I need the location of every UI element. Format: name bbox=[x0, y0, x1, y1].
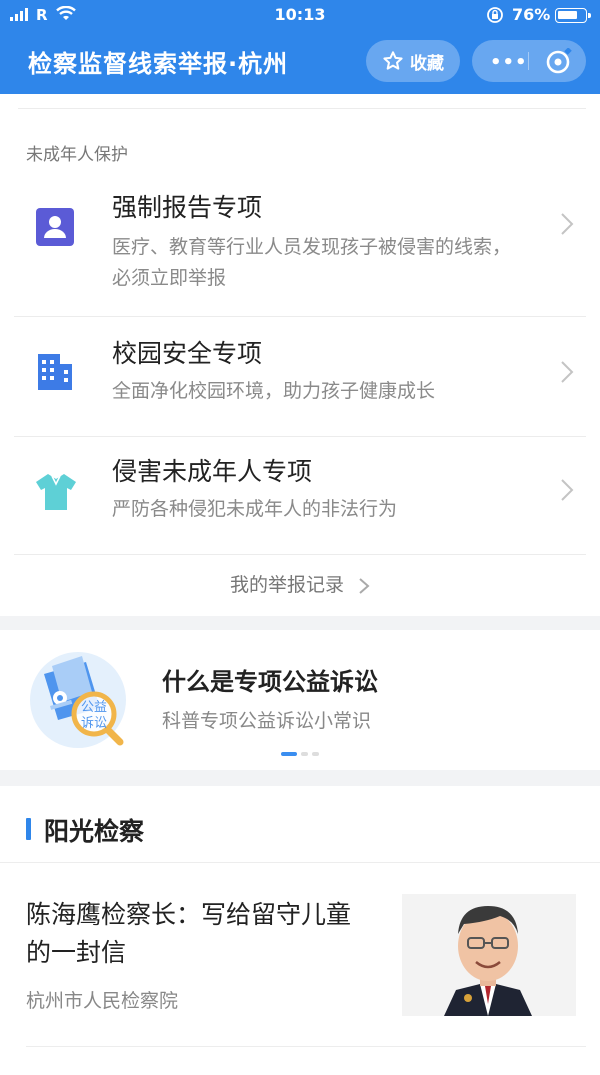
my-reports-label: 我的举报记录 bbox=[229, 574, 344, 596]
section-heading: 阳光检察 bbox=[44, 817, 145, 846]
page-title: 检察监督线索举报·杭州 bbox=[28, 50, 289, 78]
chevron-right-icon bbox=[561, 479, 574, 501]
chevron-right-icon bbox=[359, 577, 370, 594]
clock: 10:13 bbox=[274, 5, 326, 24]
item-title: 校园安全专项 bbox=[112, 339, 263, 368]
carousel-indicator bbox=[281, 752, 319, 756]
battery-fill bbox=[558, 11, 577, 19]
carousel-dot bbox=[312, 752, 319, 756]
minor-protection-card: 未成年人保护 强制报告专项 医疗、教育等行业人员发现孩子被侵害的线索， 必须立即… bbox=[0, 94, 600, 616]
public-litigation-illustration: 公益 诉讼 bbox=[30, 652, 126, 748]
carousel-dot-active bbox=[281, 752, 297, 756]
item-description: 医疗、教育等行业人员发现孩子被侵害的线索， 必须立即举报 bbox=[112, 236, 512, 289]
capsule-divider bbox=[528, 52, 529, 70]
section-accent-bar bbox=[26, 818, 31, 840]
battery-percent: 76% bbox=[512, 5, 551, 24]
divider bbox=[18, 108, 586, 109]
capsule-menu: ••• bbox=[472, 40, 586, 82]
star-icon bbox=[383, 51, 403, 70]
divider bbox=[0, 862, 600, 863]
banner-title: 什么是专项公益诉讼 bbox=[162, 668, 378, 696]
item-title: 强制报告专项 bbox=[112, 193, 263, 222]
article-thumbnail bbox=[402, 894, 576, 1016]
illustration-text: 诉讼 bbox=[81, 716, 107, 731]
banner-subtitle: 科普专项公益诉讼小常识 bbox=[162, 710, 372, 732]
tshirt-icon bbox=[36, 474, 76, 510]
building-icon bbox=[38, 354, 72, 390]
list-item-campus-safety[interactable]: 校园安全专项 全面净化校园环境，助力孩子健康成长 bbox=[0, 318, 600, 437]
list-item-minor-infringement[interactable]: 侵害未成年人专项 严防各种侵犯未成年人的非法行为 bbox=[0, 436, 600, 554]
app-header: R 10:13 76% 检察监督线索举报·杭州 收藏 ••• bbox=[0, 0, 600, 94]
article-title: 陈海鹰检察长：写给留守儿童的一封信 bbox=[26, 900, 352, 967]
item-description: 严防各种侵犯未成年人的非法行为 bbox=[112, 498, 398, 520]
favorite-button[interactable]: 收藏 bbox=[366, 40, 460, 82]
illustration-text: 公益 bbox=[81, 700, 107, 715]
item-title: 侵害未成年人专项 bbox=[112, 457, 313, 486]
list-item-mandatory-report[interactable]: 强制报告专项 医疗、教育等行业人员发现孩子被侵害的线索， 必须立即举报 bbox=[0, 178, 600, 318]
chevron-right-icon bbox=[561, 213, 574, 235]
chevron-right-icon bbox=[561, 361, 574, 383]
user-badge-icon bbox=[36, 208, 74, 246]
item-description: 全面净化校园环境，助力孩子健康成长 bbox=[112, 380, 436, 402]
divider bbox=[14, 554, 586, 555]
status-bar: R 10:13 76% bbox=[0, 0, 600, 32]
my-reports-link[interactable]: 我的举报记录 bbox=[0, 570, 600, 597]
battery-icon bbox=[555, 8, 591, 23]
divider bbox=[26, 1046, 586, 1047]
divider bbox=[14, 316, 586, 317]
article-source: 杭州市人民检察院 bbox=[26, 990, 179, 1012]
more-options-button[interactable]: ••• bbox=[490, 52, 528, 73]
rotation-lock-icon bbox=[487, 7, 503, 23]
section-label: 未成年人保护 bbox=[26, 145, 128, 165]
sunshine-section: 阳光检察 陈海鹰检察长：写给留守儿童的一封信 杭州市人民检察院 bbox=[0, 786, 600, 1075]
favorite-label: 收藏 bbox=[410, 53, 444, 74]
banner-carousel[interactable]: 公益 诉讼 什么是专项公益诉讼 科普专项公益诉讼小常识 bbox=[0, 630, 600, 770]
carousel-dot bbox=[301, 752, 308, 756]
close-miniapp-icon[interactable] bbox=[544, 48, 572, 76]
